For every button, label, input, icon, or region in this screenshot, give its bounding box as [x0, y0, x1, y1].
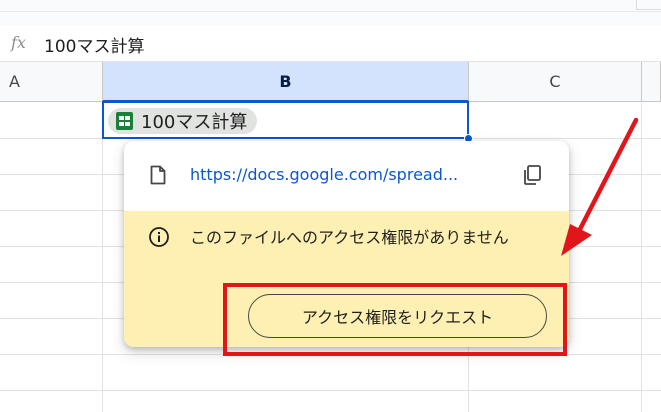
annotation-arrow-icon — [561, 117, 639, 256]
